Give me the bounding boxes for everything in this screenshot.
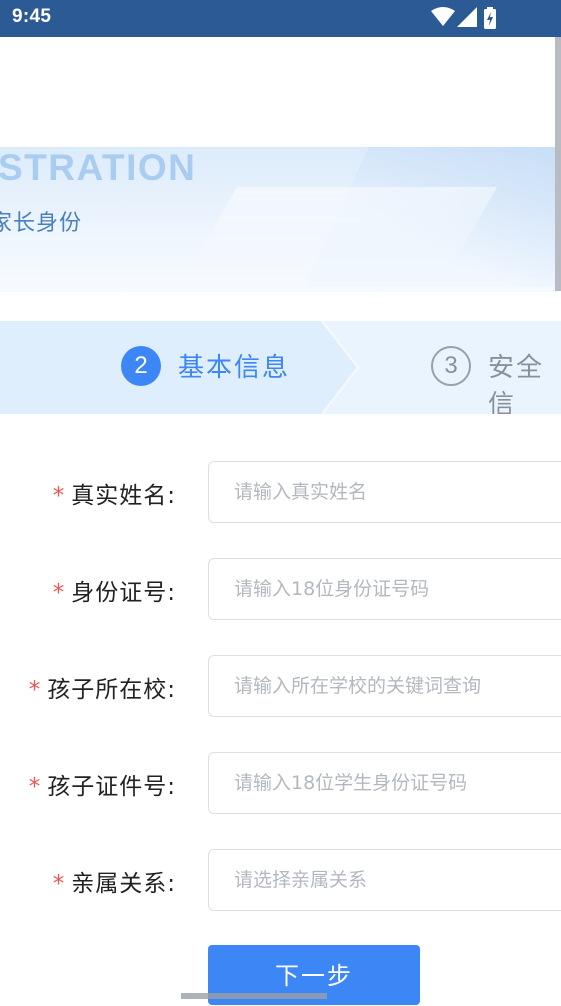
required-marker: * <box>28 774 42 800</box>
step-2-number: 2 <box>121 346 161 386</box>
registration-banner: STRATION 家长身份 <box>0 147 561 292</box>
banner-title: STRATION <box>0 147 197 188</box>
banner-subtitle: 家长身份 <box>0 211 83 236</box>
step-3-number: 3 <box>431 346 471 386</box>
form-row-child-id: * 孩子证件号: <box>0 752 561 814</box>
wifi-icon <box>431 7 455 26</box>
form-row-relationship: * 亲属关系: <box>0 849 561 911</box>
form-row-child-school: * 孩子所在校: <box>0 655 561 717</box>
real-name-input[interactable] <box>208 461 561 523</box>
bottom-scroll-indicator <box>181 993 327 999</box>
required-marker: * <box>52 580 66 606</box>
id-number-input[interactable] <box>208 558 561 620</box>
step-progress: 份 2 基本信息 3 安全信 <box>0 321 561 414</box>
required-marker: * <box>28 677 42 703</box>
banner-decoration-highlight <box>185 187 497 277</box>
scrollbar-thumb[interactable] <box>555 37 561 291</box>
step-2-label: 基本信息 <box>178 353 291 383</box>
relationship-label: * 亲属关系: <box>52 871 176 897</box>
child-school-label: * 孩子所在校: <box>28 677 176 703</box>
status-bar: 9:45 <box>0 0 561 37</box>
form-row-id-number: * 身份证号: <box>0 558 561 620</box>
required-marker: * <box>52 871 66 897</box>
relationship-select[interactable] <box>208 849 561 911</box>
form-row-real-name: * 真实姓名: <box>0 461 561 523</box>
id-number-label: * 身份证号: <box>52 580 176 606</box>
child-id-input[interactable] <box>208 752 561 814</box>
step-3-label: 安全信 <box>488 353 545 414</box>
required-marker: * <box>52 483 66 509</box>
signal-icon <box>457 7 477 27</box>
child-id-label: * 孩子证件号: <box>28 774 176 800</box>
battery-charging-icon <box>484 7 496 29</box>
child-school-input[interactable] <box>208 655 561 717</box>
app-header <box>0 37 561 147</box>
status-time: 9:45 <box>12 6 52 27</box>
real-name-label: * 真实姓名: <box>52 483 176 509</box>
